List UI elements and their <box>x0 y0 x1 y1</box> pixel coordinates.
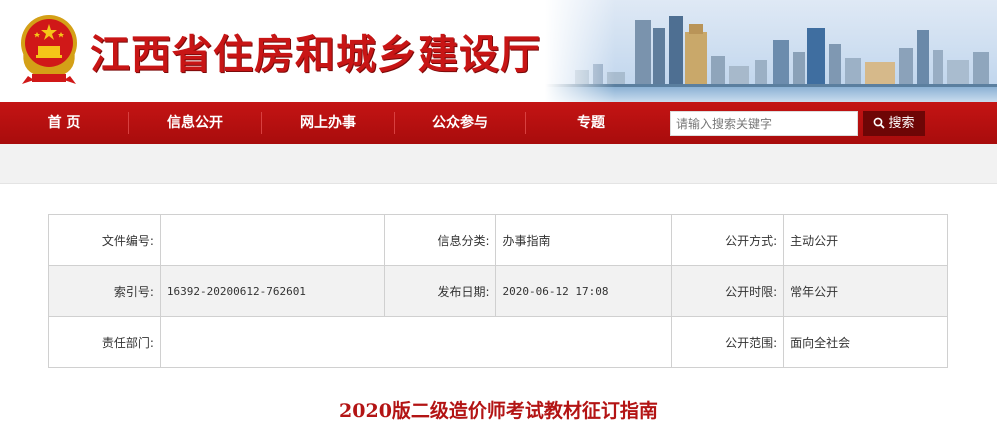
meta-value: 办事指南 <box>495 214 673 266</box>
meta-label: 文件编号: <box>48 214 161 266</box>
meta-value <box>159 316 673 368</box>
meta-label: 信息分类: <box>383 214 497 266</box>
nav-item-online-services[interactable]: 网上办事 <box>262 102 394 144</box>
meta-label: 发布日期: <box>383 265 497 317</box>
nav-item-public-participation[interactable]: 公众参与 <box>395 102 525 144</box>
meta-value: 16392-20200612-762601 <box>159 265 385 317</box>
article-title: 2020版二级造价师考试教材征订指南 <box>339 400 658 422</box>
breadcrumb-band <box>0 144 997 184</box>
table-row: 索引号: 16392-20200612-762601 发布日期: 2020-06… <box>48 265 948 317</box>
national-emblem-icon <box>21 15 77 84</box>
search-input[interactable] <box>670 111 858 136</box>
search-button[interactable]: 搜索 <box>863 111 925 136</box>
meta-label: 公开方式: <box>671 214 785 266</box>
meta-label: 公开范围: <box>671 316 785 368</box>
document-meta-table: 文件编号: 信息分类: 办事指南 公开方式: 主动公开 索引号: 16392-2… <box>48 214 948 368</box>
nav-item-home[interactable]: 首 页 <box>0 102 128 144</box>
city-skyline-banner <box>545 0 997 102</box>
meta-value <box>159 214 385 266</box>
search-button-label: 搜索 <box>888 116 915 131</box>
table-row: 文件编号: 信息分类: 办事指南 公开方式: 主动公开 <box>48 214 948 266</box>
meta-label: 索引号: <box>48 265 161 317</box>
meta-value: 常年公开 <box>783 265 948 317</box>
table-row: 责任部门: 公开范围: 面向全社会 <box>48 316 948 368</box>
meta-value: 2020-06-12 17:08 <box>495 265 673 317</box>
meta-value: 主动公开 <box>783 214 948 266</box>
site-header: 江西省住房和城乡建设厅 <box>0 0 997 102</box>
site-title: 江西省住房和城乡建设厅 <box>90 32 541 78</box>
nav-item-topics[interactable]: 专题 <box>526 102 656 144</box>
nav-item-info-disclosure[interactable]: 信息公开 <box>129 102 261 144</box>
meta-value: 面向全社会 <box>783 316 948 368</box>
search-icon <box>874 117 886 129</box>
meta-label: 公开时限: <box>671 265 785 317</box>
meta-label: 责任部门: <box>48 316 161 368</box>
